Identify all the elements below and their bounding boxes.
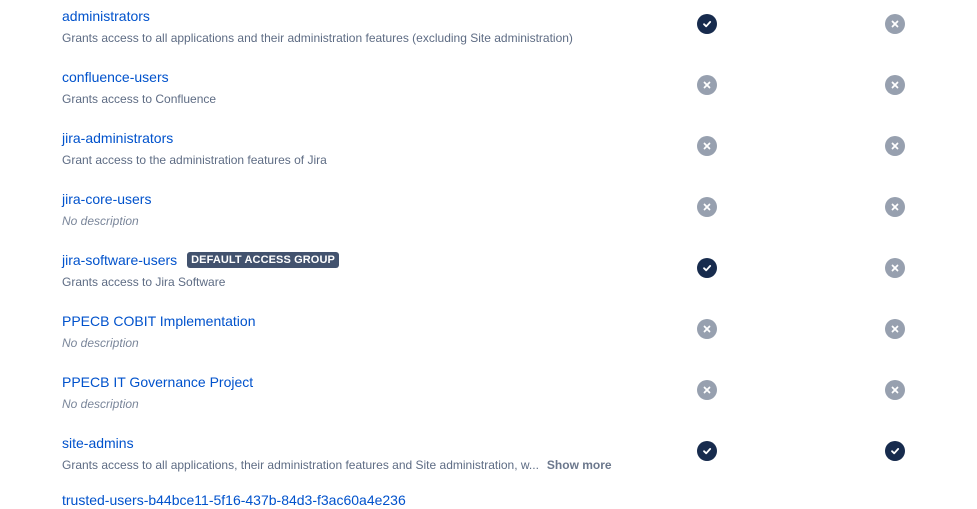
group-link-partial[interactable]: trusted-users-b44bce11-5f16-437b-84d3-f3… [62,491,406,509]
group-link[interactable]: jira-core-users [62,190,151,208]
checkmark-icon[interactable] [697,441,717,461]
group-row: administrators Grants access to all appli… [0,0,977,61]
group-row: site-admins Grants access to all applicat… [0,427,977,488]
group-description-line: Grants access to Confluence [62,92,216,107]
group-link[interactable]: jira-administrators [62,129,173,147]
group-link[interactable]: PPECB COBIT Implementation [62,312,255,330]
group-link[interactable]: administrators [62,7,150,25]
group-row: jira-administrators Grant access to the a… [0,122,977,183]
group-name-line: site-admins [62,434,134,452]
group-description: No description [62,214,139,228]
group-description: Grants access to Jira Software [62,275,226,289]
cross-icon[interactable] [885,136,905,156]
checkmark-icon[interactable] [697,14,717,34]
cross-icon[interactable] [885,258,905,278]
group-name-line: confluence-users [62,68,169,86]
group-name-line: administrators [62,7,150,25]
group-description-line: Grants access to all applications and th… [62,31,573,46]
group-name-line: jira-administrators [62,129,173,147]
default-access-group-badge: DEFAULT ACCESS GROUP [187,252,339,268]
cross-icon[interactable] [697,136,717,156]
group-description-line: Grants access to all applications, their… [62,458,612,473]
cross-icon[interactable] [885,380,905,400]
group-name-line: jira-software-users DEFAULT ACCESS GROUP [62,251,339,269]
cross-icon[interactable] [885,197,905,217]
group-description-line: No description [62,397,139,412]
cross-icon[interactable] [885,14,905,34]
cross-icon[interactable] [885,75,905,95]
group-description-line: No description [62,214,139,229]
group-link[interactable]: confluence-users [62,68,169,86]
group-name-line: PPECB COBIT Implementation [62,312,255,330]
cross-icon[interactable] [697,319,717,339]
group-description-line: Grant access to the administration featu… [62,153,327,168]
cross-icon[interactable] [885,319,905,339]
cross-icon[interactable] [697,380,717,400]
group-link[interactable]: site-admins [62,434,134,452]
group-description-line: No description [62,336,139,351]
group-name-line: jira-core-users [62,190,151,208]
group-description-line: Grants access to Jira Software [62,275,225,290]
group-row: jira-core-users No description [0,183,977,244]
checkmark-icon[interactable] [697,258,717,278]
group-description: Grants access to Confluence [62,92,217,106]
group-link[interactable]: jira-software-users [62,251,177,269]
show-more-button[interactable]: Show more [547,458,612,473]
group-row: PPECB IT Governance Project No descriptio… [0,366,977,427]
group-row: confluence-users Grants access to Conflue… [0,61,977,122]
checkmark-icon[interactable] [885,441,905,461]
group-name-line: PPECB IT Governance Project [62,373,253,391]
group-list: administrators Grants access to all appli… [0,0,977,500]
group-description: No description [62,336,139,350]
group-description: No description [62,397,139,411]
group-row: jira-software-users DEFAULT ACCESS GROUP G… [0,244,977,305]
group-link[interactable]: PPECB IT Governance Project [62,373,253,391]
cross-icon[interactable] [697,197,717,217]
group-description: Grant access to the administration featu… [62,153,327,167]
cross-icon[interactable] [697,75,717,95]
group-row: PPECB COBIT Implementation No description [0,305,977,366]
group-description: Grants access to all applications and th… [62,31,573,45]
group-description: Grants access to all applications, their… [62,458,539,472]
